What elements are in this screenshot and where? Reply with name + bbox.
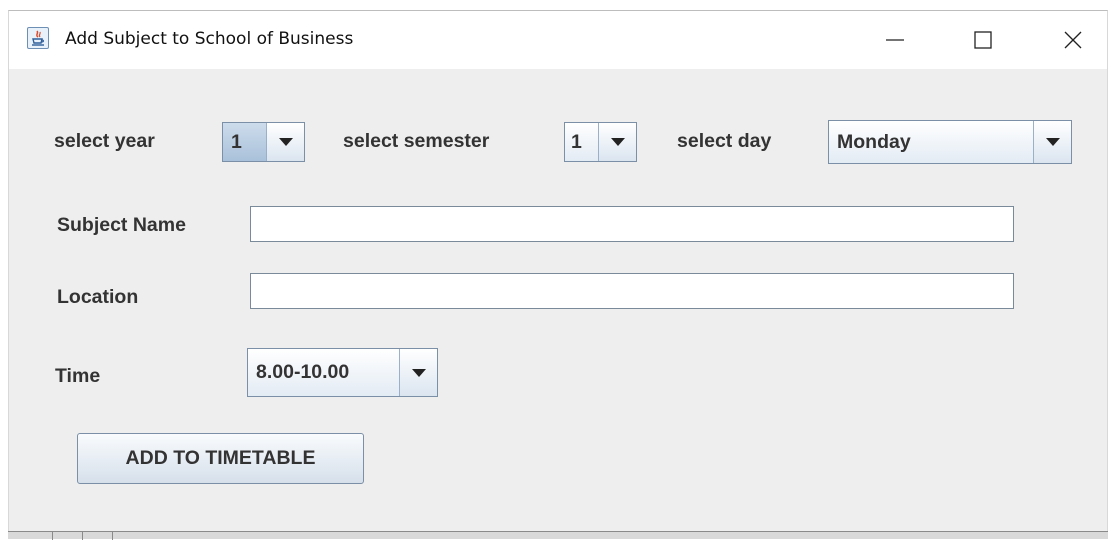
java-app-icon bbox=[27, 27, 49, 49]
year-dropdown-arrow[interactable] bbox=[266, 123, 304, 161]
location-field[interactable] bbox=[250, 273, 1014, 309]
location-label: Location bbox=[57, 286, 139, 308]
semester-dropdown-arrow[interactable] bbox=[598, 123, 636, 161]
chevron-down-icon bbox=[1045, 138, 1060, 146]
minimize-icon bbox=[886, 39, 904, 41]
maximize-icon bbox=[974, 31, 992, 49]
day-combo[interactable]: Monday bbox=[828, 120, 1072, 164]
chevron-down-icon bbox=[411, 368, 426, 377]
window-title: Add Subject to School of Business bbox=[65, 29, 354, 49]
year-selected-value: 1 bbox=[231, 131, 242, 153]
subject-name-field[interactable] bbox=[250, 206, 1014, 242]
day-selected-value: Monday bbox=[837, 131, 911, 153]
time-combo[interactable]: 8.00-10.00 bbox=[247, 348, 438, 397]
year-combo[interactable]: 1 bbox=[222, 122, 305, 162]
day-dropdown-arrow[interactable] bbox=[1033, 121, 1071, 163]
select-day-label: select day bbox=[677, 130, 772, 152]
semester-combo[interactable]: 1 bbox=[564, 122, 637, 162]
semester-selected-value: 1 bbox=[571, 131, 582, 153]
select-year-label: select year bbox=[54, 130, 155, 152]
subject-name-label: Subject Name bbox=[57, 214, 186, 236]
chevron-down-icon bbox=[610, 138, 625, 146]
app-window: Add Subject to School of Business select… bbox=[8, 10, 1108, 533]
maximize-button[interactable] bbox=[952, 11, 1012, 69]
chevron-down-icon bbox=[278, 138, 293, 146]
minimize-button[interactable] bbox=[864, 11, 924, 69]
time-dropdown-arrow[interactable] bbox=[399, 349, 437, 396]
close-button[interactable] bbox=[1042, 11, 1102, 69]
window-bottom-edge bbox=[8, 531, 1108, 540]
add-to-timetable-button[interactable]: ADD TO TIMETABLE bbox=[77, 433, 364, 484]
title-bar[interactable]: Add Subject to School of Business bbox=[9, 11, 1107, 69]
select-semester-label: select semester bbox=[343, 130, 490, 152]
close-icon bbox=[1064, 31, 1082, 49]
time-label: Time bbox=[55, 365, 101, 387]
time-selected-value: 8.00-10.00 bbox=[256, 361, 350, 383]
